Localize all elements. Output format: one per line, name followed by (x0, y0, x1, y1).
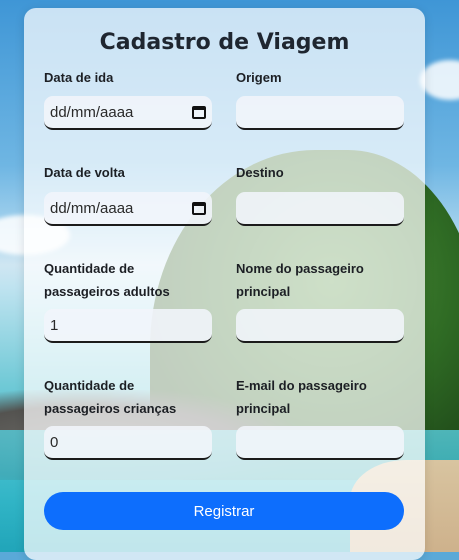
registrar-button[interactable]: Registrar (44, 492, 404, 530)
adultos-input[interactable]: 1 (44, 309, 212, 343)
email-passageiro-label-line2: principal (236, 401, 291, 416)
nome-passageiro-input[interactable] (236, 309, 404, 343)
calendar-icon[interactable] (192, 201, 206, 215)
nome-passageiro-label-line1: Nome do passageiro (236, 261, 364, 276)
adultos-label-line1: Quantidade de (44, 261, 135, 276)
calendar-icon[interactable] (192, 105, 206, 119)
destino-label: Destino (236, 165, 284, 180)
adultos-label-line2: passageiros adultos (44, 284, 170, 299)
data-ida-input[interactable]: dd/mm/aaaa (44, 96, 212, 130)
data-volta-label: Data de volta (44, 165, 125, 180)
data-volta-value: dd/mm/aaaa (50, 199, 134, 217)
data-ida-value: dd/mm/aaaa (50, 103, 134, 121)
email-passageiro-label-line1: E-mail do passageiro (236, 378, 367, 393)
destino-input[interactable] (236, 192, 404, 226)
origem-input[interactable] (236, 96, 404, 130)
email-passageiro-input[interactable] (236, 426, 404, 460)
nome-passageiro-label-line2: principal (236, 284, 291, 299)
form-title: Cadastro de Viagem (99, 30, 350, 55)
data-volta-input[interactable]: dd/mm/aaaa (44, 192, 212, 226)
adultos-value: 1 (50, 316, 59, 334)
origem-label: Origem (236, 70, 282, 85)
criancas-label-line1: Quantidade de (44, 378, 135, 393)
data-ida-label: Data de ida (44, 70, 114, 85)
criancas-value: 0 (50, 433, 59, 451)
criancas-label-line2: passageiros crianças (44, 401, 177, 416)
criancas-input[interactable]: 0 (44, 426, 212, 460)
